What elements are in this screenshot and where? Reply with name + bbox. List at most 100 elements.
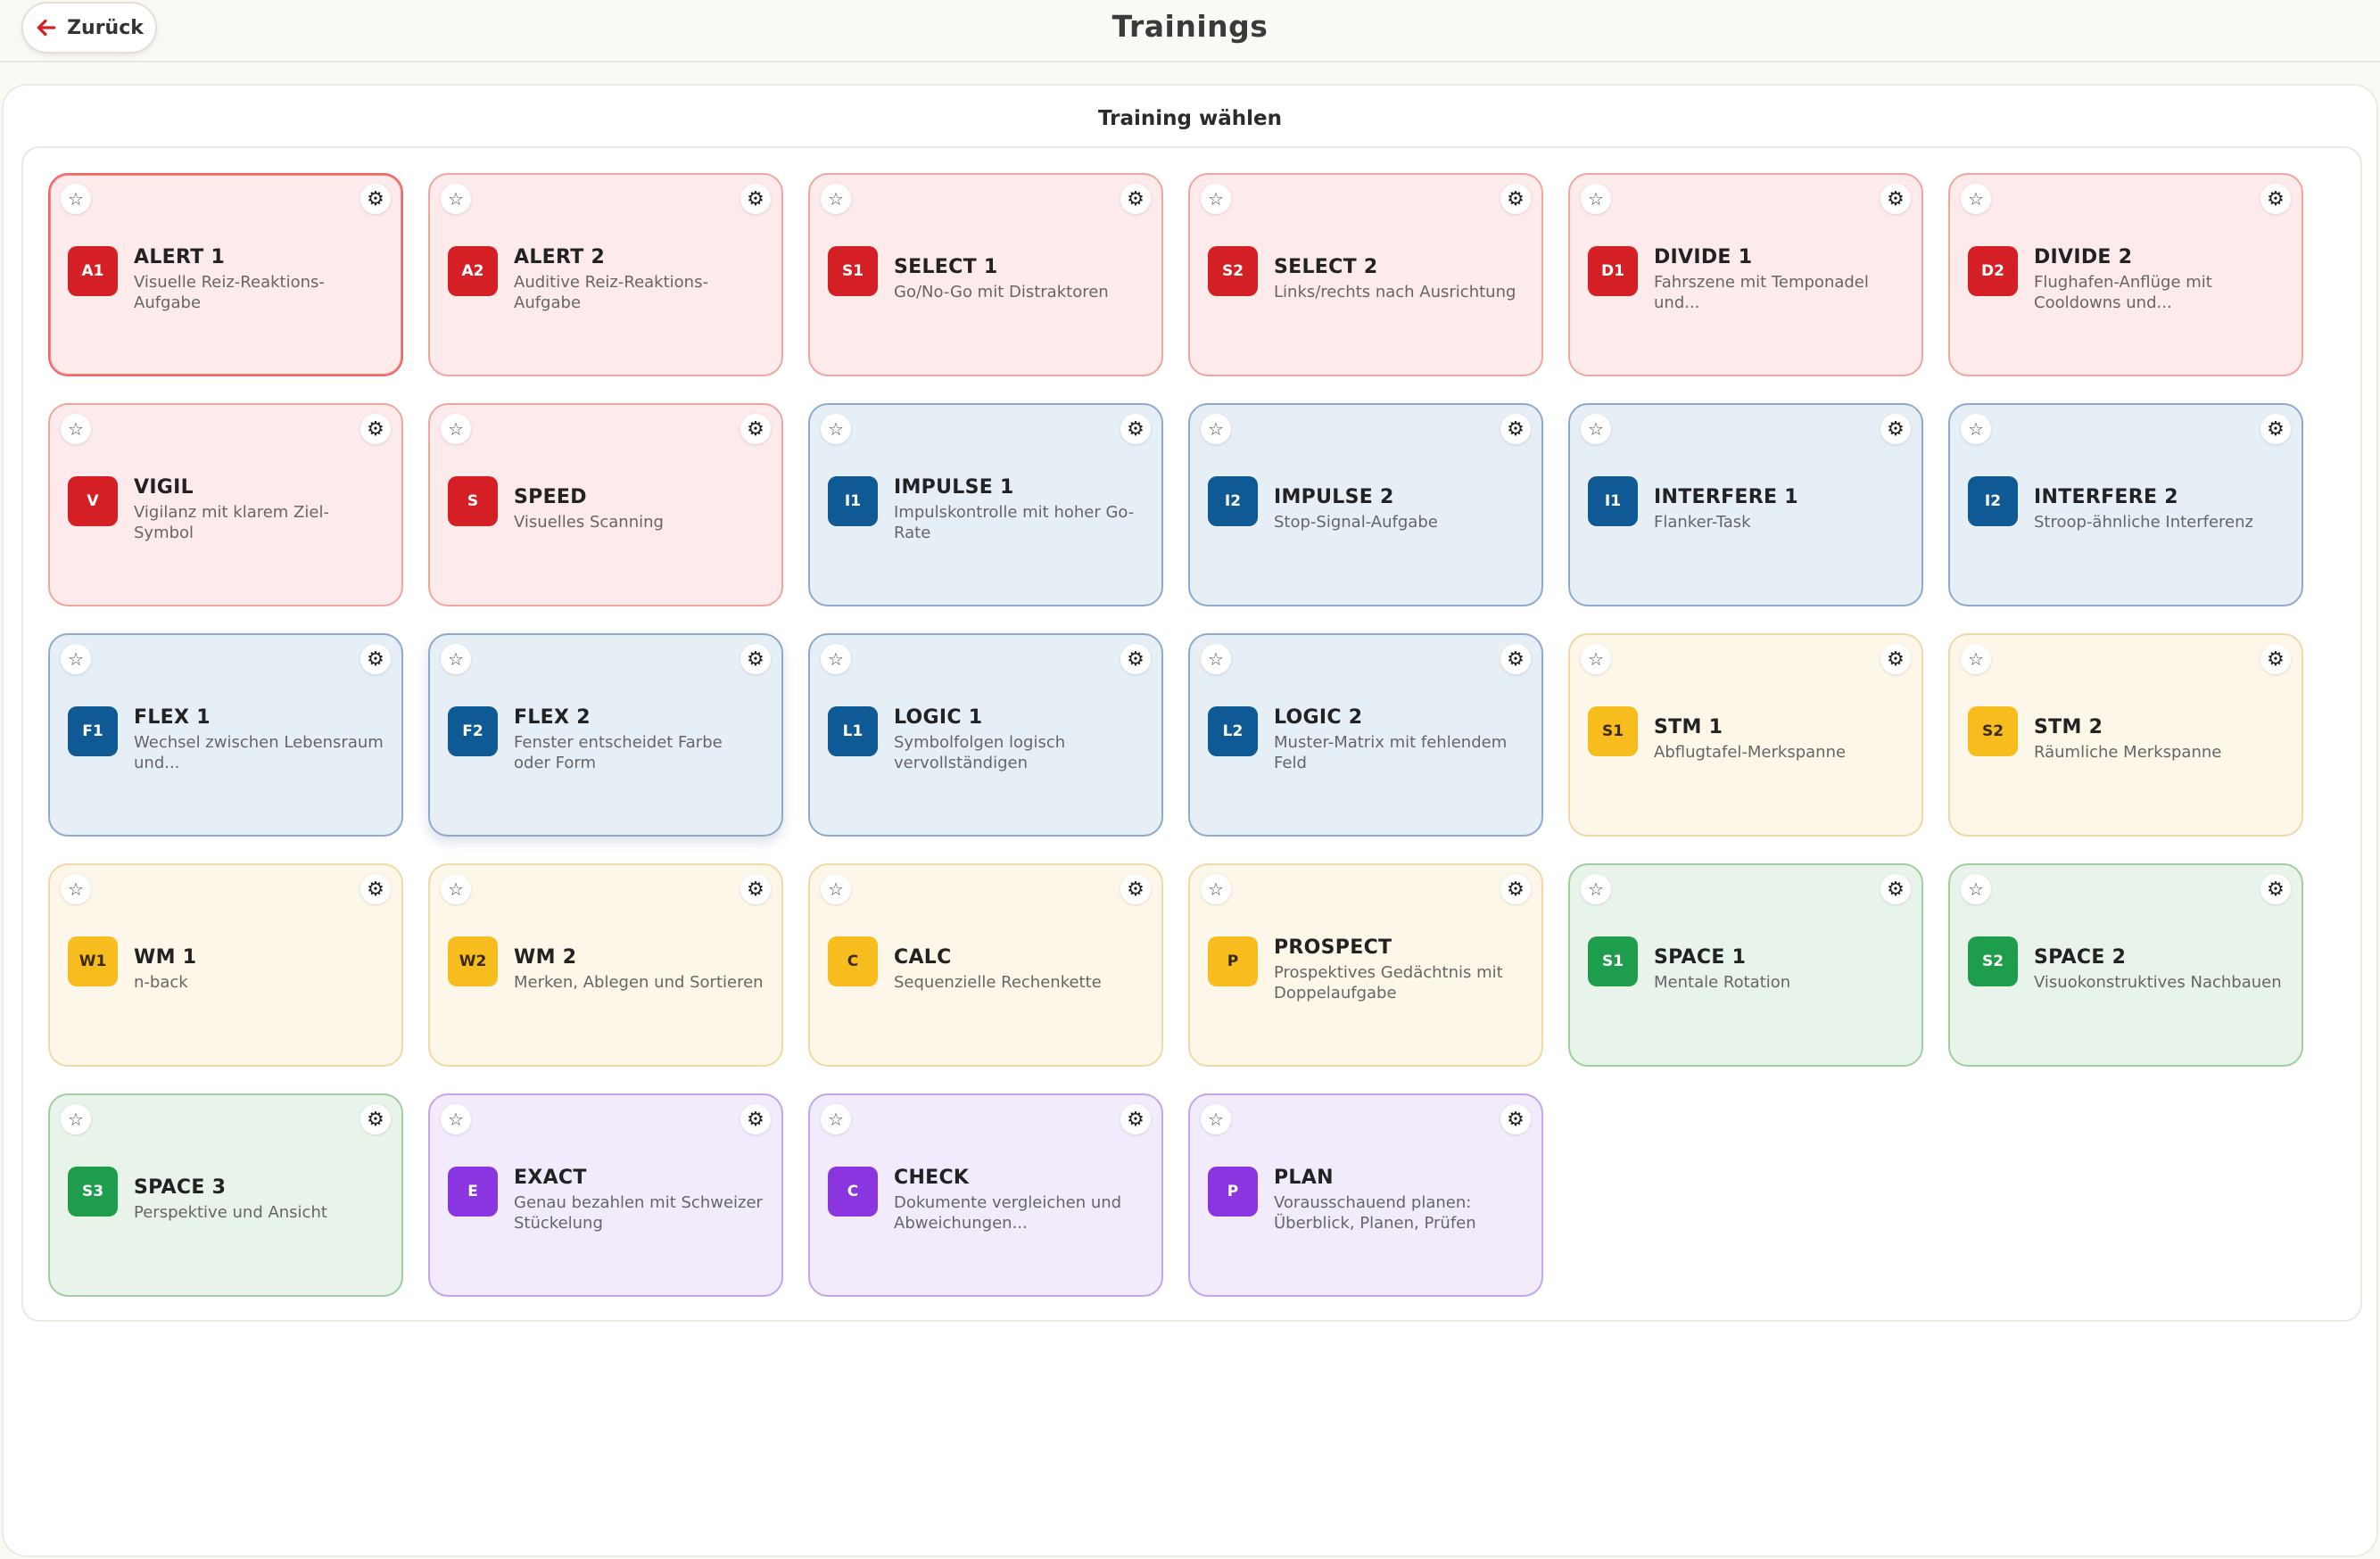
panel-title: Training wählen xyxy=(1097,107,1282,130)
training-description: Fahrszene mit Temponadel und... xyxy=(1654,272,1869,312)
training-card[interactable]: ☆ ⚙ S2 SELECT 2 Links/rechts nach Ausrichtun… xyxy=(1188,173,1543,376)
training-card[interactable]: ☆ ⚙ C CALC Sequenzielle Rechenkette xyxy=(808,863,1163,1067)
training-card[interactable]: ☆ ⚙ A1 ALERT 1 Visuelle Reiz-Reaktions-Aufga… xyxy=(48,173,403,376)
training-card[interactable]: ☆ ⚙ S2 SPACE 2 Visuokonstruktives Nachbauen xyxy=(1948,863,2303,1067)
star-icon[interactable]: ☆ xyxy=(1201,1104,1231,1134)
training-title: SPACE 1 xyxy=(1654,946,1747,969)
star-icon[interactable]: ☆ xyxy=(61,644,91,674)
training-card-text: FLEX 2 Fenster entscheidet Farbe oder For… xyxy=(514,635,764,835)
star-icon[interactable]: ☆ xyxy=(1961,184,1991,214)
training-title: ALERT 2 xyxy=(514,245,606,268)
training-title: INTERFERE 2 xyxy=(2034,486,2178,508)
training-card-text: VIGIL Vigilanz mit klarem Ziel-Symbol xyxy=(134,405,384,605)
star-icon[interactable]: ☆ xyxy=(441,414,471,444)
training-title: STM 2 xyxy=(2034,716,2103,738)
training-card[interactable]: ☆ ⚙ E EXACT Genau bezahlen mit Schweizer Stü… xyxy=(428,1093,783,1297)
training-card-text: IMPULSE 1 Impulskontrolle mit hoher Go-Ra… xyxy=(894,405,1144,605)
star-icon[interactable]: ☆ xyxy=(1201,184,1231,214)
training-card[interactable]: ☆ ⚙ S3 SPACE 3 Perspektive und Ansicht xyxy=(48,1093,403,1297)
training-card-text: LOGIC 2 Muster-Matrix mit fehlendem Feld xyxy=(1274,635,1524,835)
training-description: n-back xyxy=(134,973,188,992)
training-card-text: PLAN Vorausschauend planen: Überblick, Pl… xyxy=(1274,1095,1524,1295)
training-code-badge: A1 xyxy=(68,246,118,296)
star-icon[interactable]: ☆ xyxy=(821,184,851,214)
training-card[interactable]: ☆ ⚙ S1 SPACE 1 Mentale Rotation xyxy=(1568,863,1923,1067)
star-icon[interactable]: ☆ xyxy=(441,184,471,214)
training-grid: ☆ ⚙ A1 ALERT 1 Visuelle Reiz-Reaktions-Aufga… xyxy=(48,173,2303,1297)
training-description: Visuelle Reiz-Reaktions-Aufgabe xyxy=(134,272,325,312)
training-card[interactable]: ☆ ⚙ I2 IMPULSE 2 Stop-Signal-Aufgabe xyxy=(1188,403,1543,606)
star-icon[interactable]: ☆ xyxy=(441,644,471,674)
training-card[interactable]: ☆ ⚙ W2 WM 2 Merken, Ablegen und Sortieren xyxy=(428,863,783,1067)
training-code-badge: L1 xyxy=(828,706,878,756)
training-card-text: CALC Sequenzielle Rechenkette xyxy=(894,865,1144,1065)
star-icon[interactable]: ☆ xyxy=(1201,644,1231,674)
training-title: IMPULSE 2 xyxy=(1274,486,1394,508)
training-card-text: WM 2 Merken, Ablegen und Sortieren xyxy=(514,865,764,1065)
training-card-text: ALERT 1 Visuelle Reiz-Reaktions-Aufgabe xyxy=(134,175,384,375)
training-code-badge: S2 xyxy=(1208,246,1258,296)
training-code-badge: S2 xyxy=(1968,936,2018,986)
training-card[interactable]: ☆ ⚙ I1 INTERFERE 1 Flanker-Task xyxy=(1568,403,1923,606)
training-code-badge: I1 xyxy=(1588,476,1638,526)
star-icon[interactable]: ☆ xyxy=(1201,414,1231,444)
star-icon[interactable]: ☆ xyxy=(1581,644,1611,674)
star-icon[interactable]: ☆ xyxy=(1201,874,1231,904)
training-card[interactable]: ☆ ⚙ S2 STM 2 Räumliche Merkspanne xyxy=(1948,633,2303,837)
training-card-text: STM 1 Abflugtafel-Merkspanne xyxy=(1654,635,1904,835)
star-icon[interactable]: ☆ xyxy=(1961,644,1991,674)
training-card[interactable]: ☆ ⚙ A2 ALERT 2 Auditive Reiz-Reaktions-Aufga… xyxy=(428,173,783,376)
training-title: WM 2 xyxy=(514,946,577,969)
training-card[interactable]: ☆ ⚙ I1 IMPULSE 1 Impulskontrolle mit hoher G… xyxy=(808,403,1163,606)
training-card-text: WM 1 n-back xyxy=(134,865,384,1065)
training-card[interactable]: ☆ ⚙ S SPEED Visuelles Scanning xyxy=(428,403,783,606)
training-code-badge: F2 xyxy=(448,706,498,756)
training-card[interactable]: ☆ ⚙ W1 WM 1 n-back xyxy=(48,863,403,1067)
training-description: Dokumente vergleichen und Abweichungen..… xyxy=(894,1192,1122,1233)
training-card[interactable]: ☆ ⚙ D2 DIVIDE 2 Flughafen-Anflüge mit Cooldo… xyxy=(1948,173,2303,376)
training-card[interactable]: ☆ ⚙ I2 INTERFERE 2 Stroop-ähnliche Interfere… xyxy=(1948,403,2303,606)
star-icon[interactable]: ☆ xyxy=(1581,874,1611,904)
training-card[interactable]: ☆ ⚙ F1 FLEX 1 Wechsel zwischen Lebensraum un… xyxy=(48,633,403,837)
training-card[interactable]: ☆ ⚙ S1 SELECT 1 Go/No-Go mit Distraktoren xyxy=(808,173,1163,376)
training-title: IMPULSE 1 xyxy=(894,475,1014,499)
training-code-badge: I2 xyxy=(1968,476,2018,526)
training-card-text: SPACE 1 Mentale Rotation xyxy=(1654,865,1904,1065)
training-card[interactable]: ☆ ⚙ L2 LOGIC 2 Muster-Matrix mit fehlendem F… xyxy=(1188,633,1543,837)
star-icon[interactable]: ☆ xyxy=(1961,874,1991,904)
star-icon[interactable]: ☆ xyxy=(821,874,851,904)
training-card[interactable]: ☆ ⚙ F2 FLEX 2 Fenster entscheidet Farbe oder… xyxy=(428,633,783,837)
training-description: Go/No-Go mit Distraktoren xyxy=(894,283,1109,301)
training-title: PROSPECT xyxy=(1274,936,1392,959)
star-icon[interactable]: ☆ xyxy=(1581,414,1611,444)
training-card-text: SPEED Visuelles Scanning xyxy=(514,405,764,605)
training-card[interactable]: ☆ ⚙ D1 DIVIDE 1 Fahrszene mit Temponadel und… xyxy=(1568,173,1923,376)
training-card[interactable]: ☆ ⚙ L1 LOGIC 1 Symbolfolgen logisch vervolls… xyxy=(808,633,1163,837)
training-code-badge: A2 xyxy=(448,246,498,296)
star-icon[interactable]: ☆ xyxy=(1581,184,1611,214)
training-card[interactable]: ☆ ⚙ P PROSPECT Prospektives Gedächtnis mit D… xyxy=(1188,863,1543,1067)
training-card[interactable]: ☆ ⚙ V VIGIL Vigilanz mit klarem Ziel-Symbol xyxy=(48,403,403,606)
star-icon[interactable]: ☆ xyxy=(1961,414,1991,444)
star-icon[interactable]: ☆ xyxy=(61,414,91,444)
star-icon[interactable]: ☆ xyxy=(821,414,851,444)
training-card-text: SELECT 2 Links/rechts nach Ausrichtung xyxy=(1274,175,1524,375)
training-description: Symbolfolgen logisch vervollständigen xyxy=(894,732,1066,772)
training-description: Wechsel zwischen Lebensraum und... xyxy=(134,732,384,772)
star-icon[interactable]: ☆ xyxy=(61,874,91,904)
star-icon[interactable]: ☆ xyxy=(821,644,851,674)
training-card[interactable]: ☆ ⚙ P PLAN Vorausschauend planen: Überblick,… xyxy=(1188,1093,1543,1297)
training-card[interactable]: ☆ ⚙ C CHECK Dokumente vergleichen und Abweic… xyxy=(808,1093,1163,1297)
training-card-text: DIVIDE 1 Fahrszene mit Temponadel und... xyxy=(1654,175,1904,375)
training-title: WM 1 xyxy=(134,946,197,969)
training-code-badge: W1 xyxy=(68,936,118,986)
star-icon[interactable]: ☆ xyxy=(441,874,471,904)
training-title: FLEX 2 xyxy=(514,705,591,729)
training-code-badge: D1 xyxy=(1588,246,1638,296)
training-card[interactable]: ☆ ⚙ S1 STM 1 Abflugtafel-Merkspanne xyxy=(1568,633,1923,837)
star-icon[interactable]: ☆ xyxy=(61,184,91,214)
star-icon[interactable]: ☆ xyxy=(61,1104,91,1134)
star-icon[interactable]: ☆ xyxy=(821,1104,851,1134)
star-icon[interactable]: ☆ xyxy=(441,1104,471,1134)
training-code-badge: C xyxy=(828,936,878,986)
